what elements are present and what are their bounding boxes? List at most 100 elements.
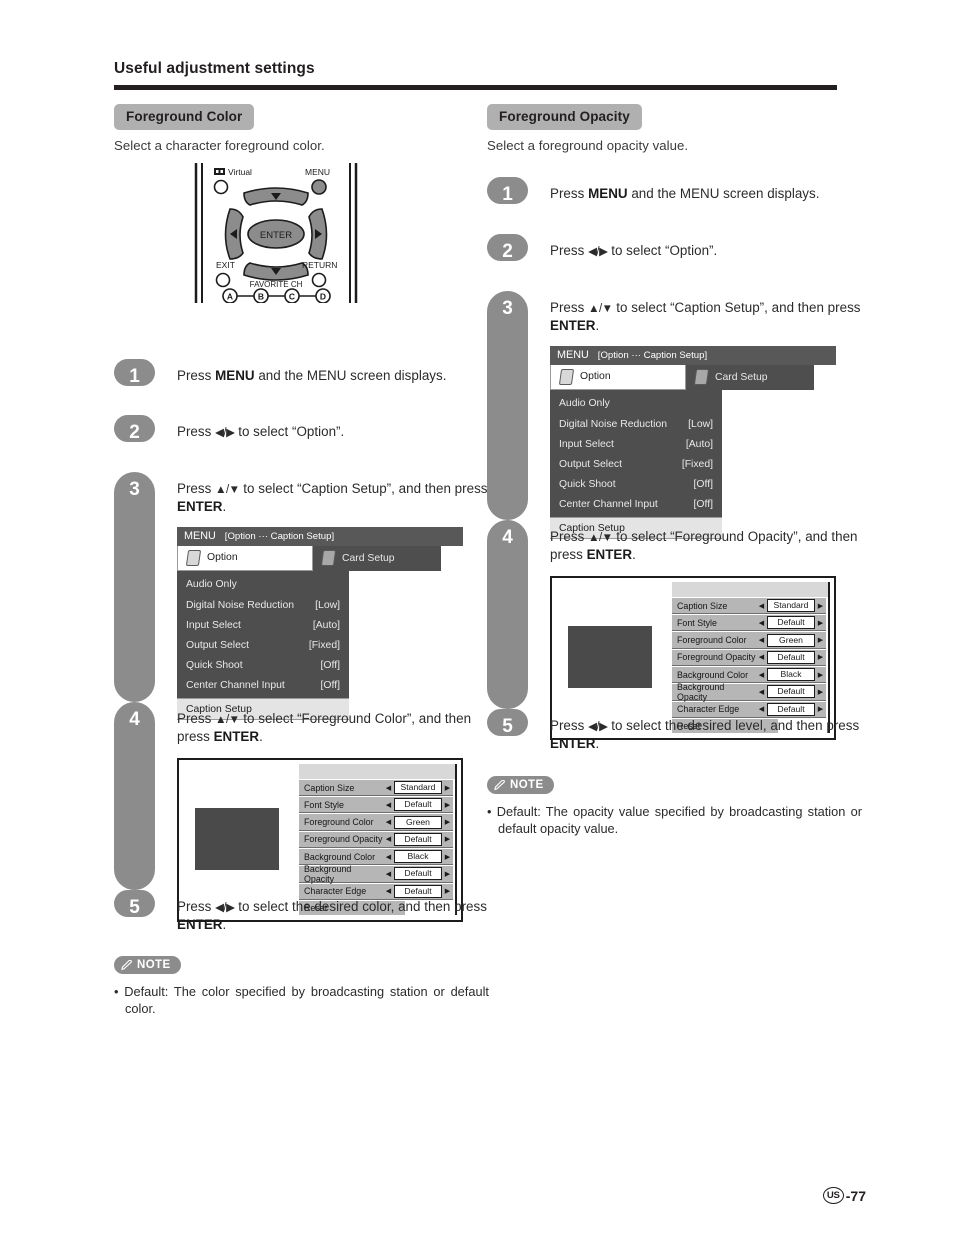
step-number-badge: 4 [487, 520, 528, 709]
left-arrow-icon[interactable]: ◀ [756, 653, 767, 661]
osd-titlebar: MENU [Option ··· Caption Setup] [550, 345, 836, 365]
right-arrow-icon[interactable]: ▶ [815, 602, 826, 610]
left-arrow-icon[interactable]: ◀ [383, 870, 394, 878]
left-arrow-icon[interactable]: ◀ [756, 636, 767, 644]
header-divider [114, 85, 837, 90]
right-arrow-icon[interactable]: ▶ [442, 801, 453, 809]
osd-list-item[interactable]: Digital Noise Reduction [Low] [550, 414, 722, 434]
osd-list-item[interactable]: Center Channel Input [Off] [550, 495, 722, 515]
region-badge: US [822, 1187, 844, 1204]
caption-setting-label: Foreground Opacity [677, 652, 756, 663]
osd-caption-header-bar [672, 581, 830, 597]
osd-item-label: Center Channel Input [186, 680, 285, 692]
osd-title: MENU [557, 348, 589, 361]
right-arrow-icon[interactable]: ▶ [815, 636, 826, 644]
caption-setting-label: Background Color [677, 669, 749, 680]
caption-setting-label: Font Style [304, 799, 344, 810]
left-arrow-icon[interactable]: ◀ [383, 853, 394, 861]
left-arrow-icon[interactable]: ◀ [756, 602, 767, 610]
osd-list-item[interactable]: Digital Noise Reduction [Low] [177, 595, 349, 615]
osd-item-label: Output Select [559, 459, 622, 471]
osd-tab-card-setup[interactable]: Card Setup [686, 364, 814, 390]
caption-setting-row[interactable]: Foreground Color ◀ Green ▶ [672, 631, 826, 649]
caption-setting-label: Foreground Color [677, 635, 747, 646]
osd-option-list: Audio Only Digital Noise Reduction [Low]… [177, 570, 349, 721]
osd-item-value: [Fixed] [681, 459, 713, 471]
osd-item-value: [Off] [693, 479, 713, 491]
osd-list-item[interactable]: Audio Only [177, 575, 349, 595]
left-arrow-icon[interactable]: ◀ [383, 801, 394, 809]
osd-item-label: Input Select [559, 438, 614, 450]
osd-tab-strip: Option Card Setup [177, 545, 463, 571]
caption-preview-box [568, 625, 652, 688]
caption-setting-value: Black [767, 668, 815, 682]
caption-setting-row[interactable]: Font Style ◀ Default ▶ [672, 614, 826, 632]
osd-item-value: [Low] [688, 418, 713, 430]
osd-item-value: [Off] [320, 660, 340, 672]
osd-tab-label: Option [580, 371, 611, 383]
step-row-1-left: 1 Press MENU and the MENU screen display… [114, 359, 489, 415]
caption-setting-label: Foreground Opacity [304, 834, 383, 845]
right-arrow-icon[interactable]: ▶ [442, 835, 453, 843]
osd-item-label: Center Channel Input [559, 499, 658, 511]
section-heading-foreground-opacity: Foreground Opacity [487, 104, 642, 130]
left-arrow-icon[interactable]: ◀ [383, 835, 394, 843]
osd-tab-card-setup[interactable]: Card Setup [313, 545, 441, 571]
right-arrow-icon[interactable]: ▶ [442, 818, 453, 826]
step-text-4-right: Press ▲/▼ to select “Foreground Opacity”… [550, 529, 858, 563]
right-arrow-icon[interactable]: ▶ [815, 619, 826, 627]
osd-caption-header-bar [299, 763, 457, 779]
caption-setting-label: Caption Size [677, 600, 728, 611]
left-arrow-icon[interactable]: ◀ [756, 671, 767, 679]
caption-setting-row[interactable]: Foreground Color ◀ Green ▶ [299, 813, 453, 831]
section-description-right: Select a foreground opacity value. [487, 138, 689, 153]
step-row-3-right: 3 Press ▲/▼ to select “Caption Setup”, a… [487, 291, 862, 540]
osd-item-label: Digital Noise Reduction [559, 418, 668, 430]
caption-setting-row[interactable]: Background Color ◀ Black ▶ [672, 666, 826, 684]
caption-setting-value: Standard [394, 781, 442, 794]
right-arrow-icon[interactable]: ▶ [442, 870, 453, 878]
caption-setting-row[interactable]: Caption Size ◀ Standard ▶ [672, 596, 826, 615]
section-description-left: Select a character foreground color. [114, 138, 325, 153]
left-arrow-icon[interactable]: ◀ [383, 784, 394, 792]
left-arrow-icon[interactable]: ◀ [756, 688, 767, 696]
osd-titlebar: MENU [Option ··· Caption Setup] [177, 526, 463, 546]
caption-setting-row[interactable]: Foreground Opacity ◀ Default ▶ [672, 648, 826, 667]
caption-setting-value: Green [394, 815, 442, 829]
step-row-5-right: 5 Press ◀/▶ to select the desired level,… [487, 709, 862, 766]
osd-list-item[interactable]: Center Channel Input [Off] [177, 676, 349, 696]
step-row-3-left: 3 Press ▲/▼ to select “Caption Setup”, a… [114, 472, 489, 721]
step-text-1-right: Press MENU and the MENU screen displays. [550, 186, 820, 201]
osd-list-item[interactable]: Output Select [Fixed] [550, 454, 722, 474]
left-arrow-icon[interactable]: ◀ [383, 818, 394, 826]
osd-list-item[interactable]: Output Select [Fixed] [177, 635, 349, 655]
caption-setting-value: Default [394, 832, 442, 846]
caption-setting-row[interactable]: Background Color ◀ Black ▶ [299, 848, 453, 866]
osd-breadcrumb: [Option ··· Caption Setup] [597, 349, 708, 361]
caption-setting-row[interactable]: Font Style ◀ Default ▶ [299, 796, 453, 814]
osd-tab-label: Option [207, 552, 238, 564]
osd-list-item[interactable]: Input Select [Auto] [550, 434, 722, 454]
pencil-icon [121, 959, 132, 970]
left-arrow-icon[interactable]: ◀ [756, 619, 767, 627]
right-arrow-icon[interactable]: ▶ [815, 688, 826, 696]
osd-tab-option[interactable]: Option [550, 364, 686, 390]
note-badge: NOTE [487, 776, 554, 794]
osd-tab-option[interactable]: Option [177, 545, 313, 571]
osd-list-item[interactable]: Input Select [Auto] [177, 615, 349, 635]
step-text-5-right: Press ◀/▶ to select the desired level, a… [550, 718, 860, 752]
right-arrow-icon[interactable]: ▶ [442, 784, 453, 792]
caption-setting-row[interactable]: Background Opacity ◀ Default ▶ [299, 864, 453, 884]
caption-setting-row[interactable]: Foreground Opacity ◀ Default ▶ [299, 830, 453, 849]
step-row-4-left: 4 Press ▲/▼ to select “Foreground Color”… [114, 702, 489, 923]
osd-list-item[interactable]: Audio Only [550, 394, 722, 414]
right-arrow-icon[interactable]: ▶ [815, 653, 826, 661]
right-arrow-icon[interactable]: ▶ [815, 671, 826, 679]
note-label: NOTE [137, 959, 171, 971]
osd-list-item[interactable]: Quick Shoot [Off] [550, 475, 722, 495]
caption-setting-row[interactable]: Caption Size ◀ Standard ▶ [299, 778, 453, 797]
osd-list-item[interactable]: Quick Shoot [Off] [177, 656, 349, 676]
right-arrow-icon[interactable]: ▶ [442, 853, 453, 861]
step-number-badge: 4 [114, 702, 155, 890]
caption-setting-row[interactable]: Background Opacity ◀ Default ▶ [672, 682, 826, 702]
